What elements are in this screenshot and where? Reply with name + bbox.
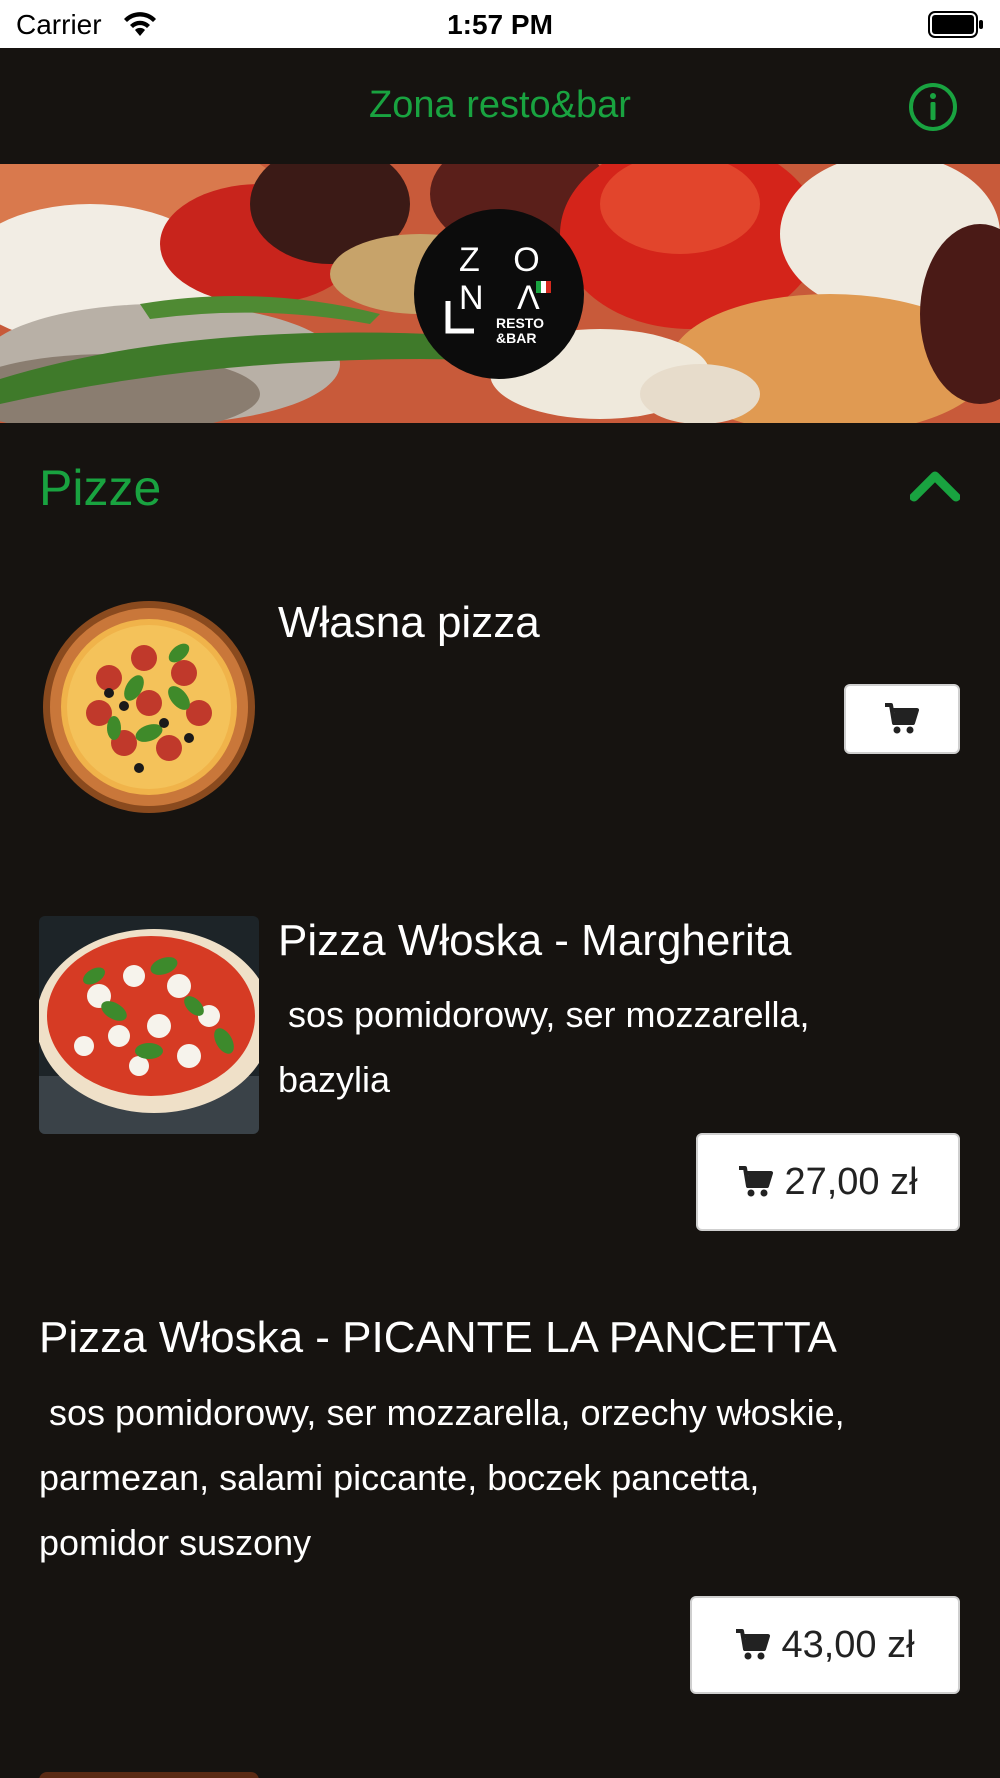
battery-icon xyxy=(928,11,983,38)
status-bar: Carrier 1:57 PM xyxy=(0,0,1000,48)
item-description-line: bazylia xyxy=(278,1059,391,1100)
item-description-line: sos pomidorowy, ser mozzarella, xyxy=(278,994,810,1035)
item-price: 43,00 zł xyxy=(781,1623,915,1666)
item-image-margherita xyxy=(39,916,259,1134)
app-screen: Carrier 1:57 PM Zona resto&bar Z O N Λ R… xyxy=(0,0,1000,1778)
item-name: Własna pizza xyxy=(278,598,540,647)
zona-logo: Z O N Λ RESTO &BAR xyxy=(414,209,584,379)
item-description-line: pomidor suszony xyxy=(39,1522,312,1563)
add-to-cart-button[interactable]: 43,00 zł xyxy=(690,1596,960,1694)
svg-text:RESTO: RESTO xyxy=(496,315,544,331)
cart-icon xyxy=(885,703,919,734)
item-name: Pizza Włoska - Margherita xyxy=(278,916,792,965)
add-to-cart-button[interactable] xyxy=(844,684,960,754)
item-description-line: parmezan, salami piccante, boczek pancet… xyxy=(39,1457,760,1498)
svg-text:&BAR: &BAR xyxy=(496,330,536,346)
cart-icon xyxy=(739,1166,774,1197)
info-icon[interactable] xyxy=(908,82,958,132)
section-pizze-header[interactable]: Pizze xyxy=(0,423,1000,553)
chevron-up-icon[interactable] xyxy=(910,467,960,507)
item-image-wlasna-pizza xyxy=(39,598,259,816)
section-title: Pizze xyxy=(39,460,162,516)
nav-bar: Zona resto&bar xyxy=(0,48,1000,164)
clock-time: 1:57 PM xyxy=(447,9,553,40)
item-name: Pizza Włoska - PICANTE LA PANCETTA xyxy=(39,1313,837,1362)
add-to-cart-button[interactable]: 27,00 zł xyxy=(696,1133,960,1231)
cart-icon xyxy=(736,1629,771,1660)
next-item-image-partial xyxy=(39,1772,259,1778)
svg-text:Z O: Z O xyxy=(459,241,552,279)
nav-title: Zona resto&bar xyxy=(369,84,631,126)
item-description-line: sos pomidorowy, ser mozzarella, orzechy … xyxy=(39,1392,845,1433)
hero-banner: Z O N Λ RESTO &BAR xyxy=(0,164,1000,423)
item-price: 27,00 zł xyxy=(784,1160,918,1203)
